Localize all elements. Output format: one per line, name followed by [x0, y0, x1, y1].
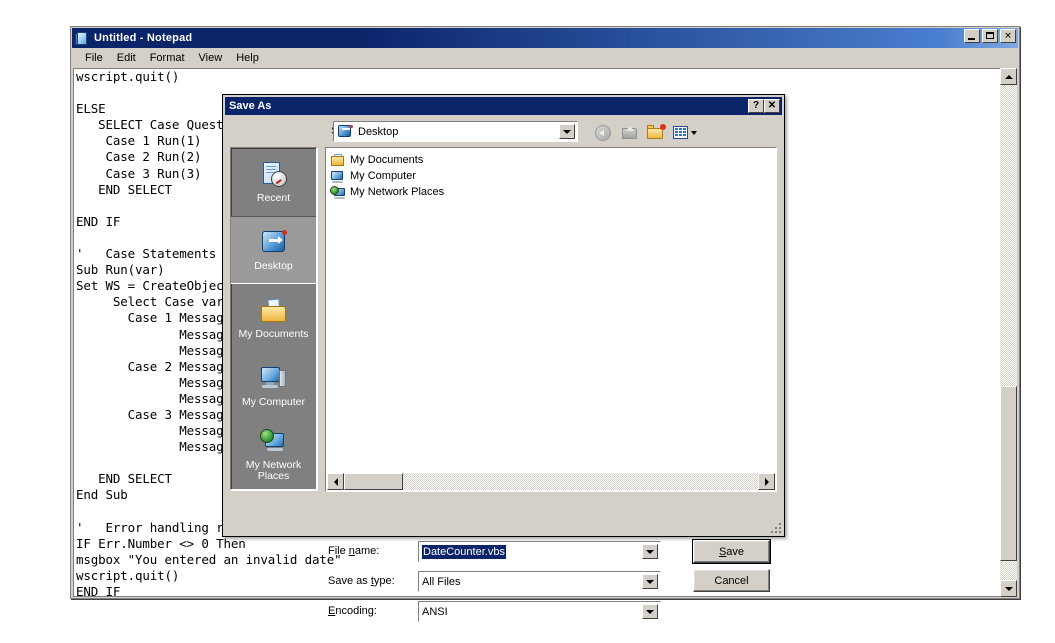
my-network-places-icon [259, 427, 289, 457]
list-item-label: My Documents [350, 154, 423, 166]
encoding-value: ANSI [422, 606, 448, 618]
places-bar: Recent Desktop My Documents My Computer [230, 147, 318, 491]
place-item-desktop[interactable]: Desktop [231, 216, 316, 284]
save-in-combobox[interactable]: Desktop [333, 121, 578, 142]
up-one-level-icon[interactable] [619, 122, 641, 143]
file-list-horizontal-scrollbar[interactable] [327, 473, 775, 490]
list-item[interactable]: My Computer [330, 168, 775, 184]
chevron-down-icon[interactable] [559, 124, 575, 139]
file-name-input[interactable]: DateCounter.vbs [418, 541, 661, 562]
back-icon[interactable] [593, 122, 615, 143]
close-icon[interactable]: ✕ [1000, 29, 1016, 43]
menu-help[interactable]: Help [229, 50, 266, 66]
chevron-down-icon[interactable] [642, 544, 658, 559]
file-name-value: DateCounter.vbs [422, 545, 506, 559]
save-in-value: Desktop [358, 126, 398, 138]
my-network-places-icon [330, 185, 346, 200]
encoding-combobox[interactable]: ANSI [418, 601, 661, 622]
chevron-down-icon[interactable] [642, 604, 658, 619]
notepad-vertical-scrollbar[interactable] [1000, 68, 1017, 597]
menu-format[interactable]: Format [143, 50, 192, 66]
notepad-title: Untitled - Notepad [94, 32, 192, 44]
place-label: My Network Places [246, 460, 301, 482]
save-button[interactable]: Save [693, 540, 770, 563]
notepad-menubar: File Edit Format View Help [72, 48, 1018, 67]
my-documents-icon [259, 296, 289, 326]
desktop-icon [337, 124, 353, 139]
file-list[interactable]: My Documents My Computer My Network Plac… [327, 149, 775, 473]
save-as-type-value: All Files [422, 576, 461, 588]
file-list-panel[interactable]: My Documents My Computer My Network Plac… [325, 147, 777, 492]
place-label: Recent [257, 193, 290, 204]
save-as-type-label: Save as type: [328, 575, 395, 587]
cancel-button[interactable]: Cancel [693, 569, 770, 592]
my-computer-icon [259, 364, 289, 394]
place-label: My Documents [238, 329, 308, 340]
new-folder-icon[interactable] [645, 122, 667, 143]
scroll-right-button[interactable] [758, 473, 775, 490]
resize-grip[interactable] [767, 519, 781, 533]
dialog-title: Save As [229, 100, 748, 112]
save-as-dialog: Save As ? ✕ Save in: Desktop [222, 94, 785, 537]
scroll-left-button[interactable] [327, 473, 344, 490]
minimize-icon[interactable] [964, 29, 980, 43]
list-item[interactable]: My Network Places [330, 184, 775, 200]
help-icon[interactable]: ? [748, 99, 764, 113]
place-item-my-documents[interactable]: My Documents [231, 284, 316, 352]
place-label: My Computer [242, 397, 305, 408]
scroll-thumb[interactable] [1000, 386, 1017, 561]
dialog-titlebar[interactable]: Save As ? ✕ [225, 97, 782, 115]
scroll-down-button[interactable] [1000, 580, 1017, 597]
file-name-label: File name: [328, 545, 379, 557]
save-as-type-combobox[interactable]: All Files [418, 571, 661, 592]
encoding-label: Encoding: [328, 605, 377, 617]
dialog-toolbar [593, 121, 693, 143]
my-documents-icon [330, 153, 346, 168]
scroll-thumb[interactable] [344, 473, 403, 490]
place-item-my-computer[interactable]: My Computer [231, 352, 316, 420]
menu-edit[interactable]: Edit [110, 50, 143, 66]
place-label: Desktop [254, 261, 293, 272]
recent-icon [259, 160, 289, 190]
menu-file[interactable]: File [78, 50, 110, 66]
screen: Untitled - Notepad ✕ File Edit Format Vi… [0, 0, 1055, 643]
close-icon[interactable]: ✕ [764, 99, 780, 113]
place-item-recent[interactable]: Recent [231, 148, 316, 216]
place-item-my-network-places[interactable]: My Network Places [231, 420, 316, 488]
maximize-icon[interactable] [982, 29, 998, 43]
my-computer-icon [330, 169, 346, 184]
desktop-icon [259, 228, 289, 258]
scroll-up-button[interactable] [1000, 68, 1017, 85]
save-in-row: Save in: Desktop [223, 117, 784, 147]
views-icon[interactable] [671, 122, 693, 143]
notepad-titlebar[interactable]: Untitled - Notepad [72, 28, 1018, 48]
list-item-label: My Computer [350, 170, 416, 182]
list-item-label: My Network Places [350, 186, 444, 198]
notepad-window-controls: ✕ [964, 29, 1016, 43]
notepad-icon [75, 31, 90, 46]
menu-view[interactable]: View [192, 50, 230, 66]
chevron-down-icon[interactable] [642, 574, 658, 589]
list-item[interactable]: My Documents [330, 152, 775, 168]
